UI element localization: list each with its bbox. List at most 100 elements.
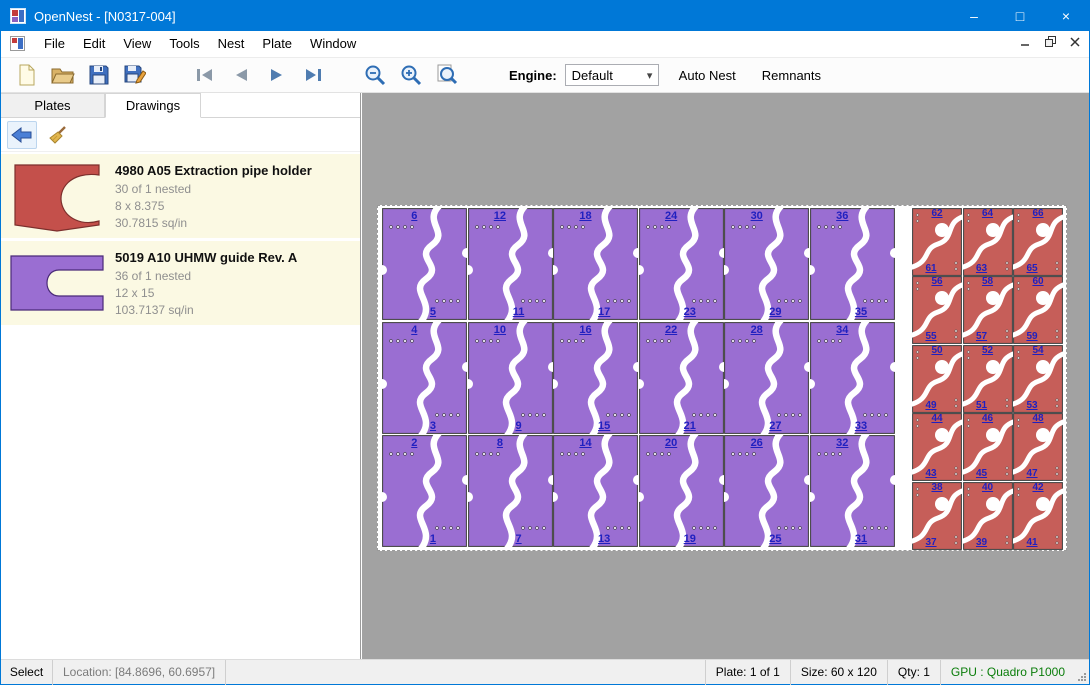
save-as-button[interactable] (119, 60, 151, 90)
close-button[interactable]: × (1043, 1, 1089, 31)
nested-part-pair-purple[interactable]: 2827 (724, 322, 809, 434)
nested-part-pair-purple[interactable]: 3029 (724, 208, 809, 320)
mdi-window-controls (1014, 32, 1086, 51)
nested-part-pair-purple[interactable]: 1413 (553, 435, 638, 547)
save-button[interactable] (83, 60, 115, 90)
nested-part-pair-purple[interactable]: 2019 (639, 435, 724, 547)
engine-select[interactable]: Default ▾ (565, 64, 659, 86)
mdi-minimize-button[interactable] (1014, 32, 1036, 51)
nested-part-pair-red[interactable]: 4645 (963, 413, 1013, 481)
drawing-nested-count: 36 of 1 nested (115, 268, 297, 285)
drawing-title: 5019 A10 UHMW guide Rev. A (115, 250, 297, 265)
nested-part-pair-purple[interactable]: 43 (382, 322, 467, 434)
resize-grip[interactable] (1075, 660, 1089, 685)
last-plate-button[interactable] (297, 60, 329, 90)
drawing-size: 8 x 8.375 (115, 198, 312, 215)
menu-window[interactable]: Window (301, 31, 365, 57)
main-toolbar: Engine: Default ▾ Auto Nest Remnants (1, 57, 1089, 93)
nested-part-pair-red[interactable]: 5453 (1013, 345, 1063, 413)
new-file-button[interactable] (11, 60, 43, 90)
nested-part-pair-red[interactable]: 4039 (963, 482, 1013, 550)
minimize-button[interactable]: – (951, 1, 997, 31)
nested-part-pair-purple[interactable]: 65 (382, 208, 467, 320)
next-plate-button[interactable] (261, 60, 293, 90)
nested-part-pair-purple[interactable]: 3433 (810, 322, 895, 434)
app-window: OpenNest - [N0317-004] – □ × File Edit V… (0, 0, 1090, 685)
nested-part-pair-purple[interactable]: 1211 (468, 208, 553, 320)
status-plate: Plate: 1 of 1 (705, 660, 790, 685)
document-icon[interactable] (10, 36, 26, 52)
menu-edit[interactable]: Edit (74, 31, 114, 57)
app-icon (10, 8, 26, 24)
window-title: OpenNest - [N0317-004] (34, 9, 176, 24)
drawing-area: 30.7815 sq/in (115, 215, 312, 232)
engine-label: Engine: (509, 68, 557, 83)
nested-part-pair-purple[interactable]: 21 (382, 435, 467, 547)
drawing-title: 4980 A05 Extraction pipe holder (115, 163, 312, 178)
status-size: Size: 60 x 120 (790, 660, 887, 685)
drawing-nested-count: 30 of 1 nested (115, 181, 312, 198)
nested-part-pair-purple[interactable]: 2221 (639, 322, 724, 434)
engine-selected-value: Default (566, 68, 642, 83)
zoom-in-button[interactable] (395, 60, 427, 90)
nested-part-pair-red[interactable]: 4847 (1013, 413, 1063, 481)
status-gpu: GPU : Quadro P1000 (940, 660, 1075, 685)
open-file-button[interactable] (47, 60, 79, 90)
menu-tools[interactable]: Tools (160, 31, 208, 57)
menu-plate[interactable]: Plate (253, 31, 301, 57)
drawings-list: 4980 A05 Extraction pipe holder 30 of 1 … (1, 152, 360, 325)
part-thumbnail-purple (7, 246, 107, 320)
nested-part-pair-purple[interactable]: 1615 (553, 322, 638, 434)
nested-part-pair-purple[interactable]: 2423 (639, 208, 724, 320)
clear-broom-button[interactable] (43, 121, 73, 149)
drawings-toolbar (1, 118, 360, 152)
plate-sheet[interactable]: 6512111817242330293635431091615222128273… (377, 205, 1067, 551)
title-bar: OpenNest - [N0317-004] – □ × (1, 1, 1089, 31)
nested-part-pair-purple[interactable]: 87 (468, 435, 553, 547)
nested-part-pair-red[interactable]: 5251 (963, 345, 1013, 413)
drawing-area: 103.7137 sq/in (115, 302, 297, 319)
status-mode: Select (1, 660, 53, 685)
side-panel: Plates Drawings 4980 A05 Extraction pipe… (1, 93, 361, 659)
nested-part-pair-red[interactable]: 6463 (963, 208, 1013, 276)
zoom-out-button[interactable] (359, 60, 391, 90)
menu-nest[interactable]: Nest (209, 31, 254, 57)
nested-part-pair-red[interactable]: 5655 (912, 276, 962, 344)
mdi-close-button[interactable] (1064, 32, 1086, 51)
auto-nest-button[interactable]: Auto Nest (673, 65, 742, 86)
menu-file[interactable]: File (35, 31, 74, 57)
menu-view[interactable]: View (114, 31, 160, 57)
list-item-uhmw-guide[interactable]: 5019 A10 UHMW guide Rev. A 36 of 1 neste… (1, 241, 360, 325)
nested-part-pair-red[interactable]: 4241 (1013, 482, 1063, 550)
nested-part-pair-red[interactable]: 6261 (912, 208, 962, 276)
nested-part-pair-red[interactable]: 3837 (912, 482, 962, 550)
nested-part-pair-red[interactable]: 6059 (1013, 276, 1063, 344)
nested-part-pair-purple[interactable]: 2625 (724, 435, 809, 547)
tab-plates[interactable]: Plates (1, 93, 105, 118)
part-thumbnail-red (7, 159, 107, 233)
nested-part-pair-red[interactable]: 5857 (963, 276, 1013, 344)
nested-part-pair-purple[interactable]: 3231 (810, 435, 895, 547)
zoom-fit-button[interactable] (431, 60, 463, 90)
menu-bar: File Edit View Tools Nest Plate Window (1, 31, 1089, 57)
nest-canvas[interactable]: 6512111817242330293635431091615222128273… (362, 93, 1089, 659)
nested-part-pair-red[interactable]: 6665 (1013, 208, 1063, 276)
tab-drawings[interactable]: Drawings (105, 93, 201, 118)
maximize-button[interactable]: □ (997, 1, 1043, 31)
side-panel-tabs: Plates Drawings (1, 93, 360, 118)
status-location: Location: [84.8696, 60.6957] (53, 660, 226, 685)
remnants-button[interactable]: Remnants (756, 65, 827, 86)
mdi-restore-button[interactable] (1039, 32, 1061, 51)
nested-part-pair-red[interactable]: 4443 (912, 413, 962, 481)
nested-part-pair-red[interactable]: 5049 (912, 345, 962, 413)
list-item-extraction-pipe-holder[interactable]: 4980 A05 Extraction pipe holder 30 of 1 … (1, 154, 360, 238)
previous-plate-button[interactable] (225, 60, 257, 90)
first-plate-button[interactable] (189, 60, 221, 90)
status-bar: Select Location: [84.8696, 60.6957] Plat… (1, 659, 1089, 684)
nested-part-pair-purple[interactable]: 3635 (810, 208, 895, 320)
chevron-down-icon: ▾ (642, 69, 658, 82)
nested-part-pair-purple[interactable]: 1817 (553, 208, 638, 320)
drawing-size: 12 x 15 (115, 285, 297, 302)
move-back-button[interactable] (7, 121, 37, 149)
nested-part-pair-purple[interactable]: 109 (468, 322, 553, 434)
